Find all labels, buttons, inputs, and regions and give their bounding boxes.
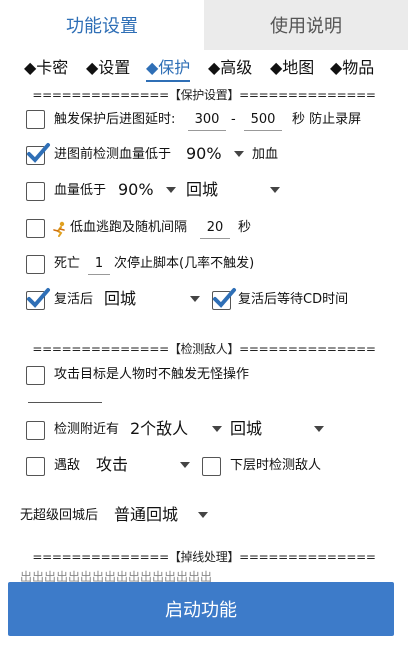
- row-no-super-return: 无超级回城后 普通回城: [0, 502, 408, 532]
- attack-player-label: 攻击目标是人物时不触发无怪操作: [54, 367, 250, 382]
- chevron-down-icon: [198, 512, 208, 518]
- death-checkbox[interactable]: [26, 255, 45, 274]
- encounter-checkbox[interactable]: [26, 457, 45, 476]
- subtab-protect[interactable]: ◆保护: [146, 54, 191, 82]
- detect-near-count-value: 2个敌人: [130, 419, 189, 438]
- row-revive: 复活后 回城 复活后等待CD时间: [0, 285, 408, 315]
- no-super-action-value: 普通回城: [114, 505, 179, 524]
- main-tabs: 功能设置 使用说明: [0, 0, 408, 50]
- detect-near-checkbox[interactable]: [26, 421, 45, 440]
- hp-check-dropdown[interactable]: 90%: [186, 141, 246, 167]
- section-offline-header: ==============【掉线处理】==============: [32, 550, 376, 564]
- revive-action-value: 回城: [104, 289, 137, 308]
- map-delay-dash: -: [231, 112, 236, 127]
- no-super-label: 无超级回城后: [20, 508, 99, 523]
- running-icon: [53, 221, 65, 237]
- row-hp-check: 进图前检测血量低于 90% 加血: [0, 140, 408, 170]
- short-divider: [28, 402, 102, 403]
- tab-instructions[interactable]: 使用说明: [204, 0, 408, 50]
- row-attack-player: 攻击目标是人物时不触发无怪操作: [0, 360, 408, 390]
- no-super-action-dropdown[interactable]: 普通回城: [114, 502, 210, 528]
- check-icon: [27, 143, 50, 163]
- lower-floor-label: 下层时检测敌人: [230, 458, 322, 473]
- chevron-down-icon: [180, 462, 190, 468]
- encounter-action-dropdown[interactable]: 攻击: [96, 452, 192, 478]
- death-suffix: 次停止脚本(几率不触发): [114, 256, 255, 271]
- row-escape: 低血逃跑及随机间隔 20 秒: [0, 213, 408, 243]
- detect-near-action-value: 回城: [230, 419, 263, 438]
- chevron-down-icon: [166, 187, 176, 193]
- row-encounter: 遇敌 攻击 下层时检测敌人: [0, 451, 408, 481]
- death-label: 死亡: [54, 256, 81, 271]
- start-button[interactable]: 启动功能: [8, 582, 394, 636]
- hp-check-checkbox[interactable]: [26, 143, 50, 165]
- escape-interval-input[interactable]: 20: [200, 218, 230, 239]
- encounter-label: 遇敌: [54, 458, 81, 473]
- subtab-card-key[interactable]: ◆卡密: [24, 54, 68, 82]
- chevron-down-icon: [190, 296, 200, 302]
- map-delay-to-input[interactable]: 500: [244, 110, 282, 131]
- map-delay-suffix: 秒 防止录屏: [292, 112, 362, 127]
- revive-label: 复活后: [54, 292, 94, 307]
- detect-near-action-dropdown[interactable]: 回城: [230, 416, 326, 442]
- hp-low-dropdown[interactable]: 90%: [118, 177, 178, 203]
- subtab-map[interactable]: ◆地图: [270, 54, 314, 82]
- check-icon: [213, 288, 236, 308]
- row-hp-low: 血量低于 90% 回城: [0, 176, 408, 206]
- hp-low-action-value: 回城: [186, 180, 219, 199]
- detect-near-count-dropdown[interactable]: 2个敌人: [130, 416, 224, 442]
- section-protect-header: ==============【保护设置】==============: [32, 88, 376, 102]
- chevron-down-icon: [314, 426, 324, 432]
- revive-cd-checkbox[interactable]: [212, 288, 236, 310]
- chevron-down-icon: [270, 187, 280, 193]
- attack-player-checkbox[interactable]: [26, 366, 45, 385]
- row-detect-near: 检测附近有 2个敌人 回城: [0, 415, 408, 445]
- revive-checkbox[interactable]: [26, 288, 50, 310]
- subtab-advanced[interactable]: ◆高级: [208, 54, 252, 82]
- encounter-action-value: 攻击: [96, 455, 129, 474]
- escape-label: 低血逃跑及随机间隔: [70, 220, 188, 235]
- sub-tabs: ◆卡密 ◆设置 ◆保护 ◆高级 ◆地图 ◆物品: [0, 54, 408, 84]
- revive-action-dropdown[interactable]: 回城: [104, 286, 202, 312]
- hp-check-suffix: 加血: [252, 147, 279, 162]
- escape-suffix: 秒: [238, 220, 252, 235]
- map-delay-checkbox[interactable]: [26, 110, 45, 129]
- chevron-down-icon: [234, 151, 244, 157]
- check-icon: [27, 288, 50, 308]
- revive-cd-label: 复活后等待CD时间: [238, 292, 349, 307]
- subtab-items[interactable]: ◆物品: [330, 54, 374, 82]
- hp-low-checkbox[interactable]: [26, 182, 45, 201]
- detect-near-label: 检测附近有: [54, 422, 120, 437]
- death-count-input[interactable]: 1: [88, 254, 110, 275]
- hp-check-value: 90%: [186, 144, 222, 163]
- hp-low-value: 90%: [118, 180, 154, 199]
- map-delay-from-input[interactable]: 300: [188, 110, 226, 131]
- escape-checkbox[interactable]: [26, 219, 45, 238]
- section-enemy-header: ==============【检测敌人】==============: [32, 342, 376, 356]
- lower-floor-checkbox[interactable]: [202, 457, 221, 476]
- tab-function-settings[interactable]: 功能设置: [0, 0, 204, 50]
- hp-low-label: 血量低于: [54, 183, 107, 198]
- row-death: 死亡 1 次停止脚本(几率不触发): [0, 249, 408, 279]
- map-delay-label: 触发保护后进图延时:: [54, 112, 176, 127]
- hp-check-label: 进图前检测血量低于: [54, 147, 172, 162]
- row-map-delay: 触发保护后进图延时: 300 - 500 秒 防止录屏: [0, 105, 408, 135]
- subtab-settings[interactable]: ◆设置: [86, 54, 130, 82]
- hp-low-action-dropdown[interactable]: 回城: [186, 177, 282, 203]
- chevron-down-icon: [212, 426, 222, 432]
